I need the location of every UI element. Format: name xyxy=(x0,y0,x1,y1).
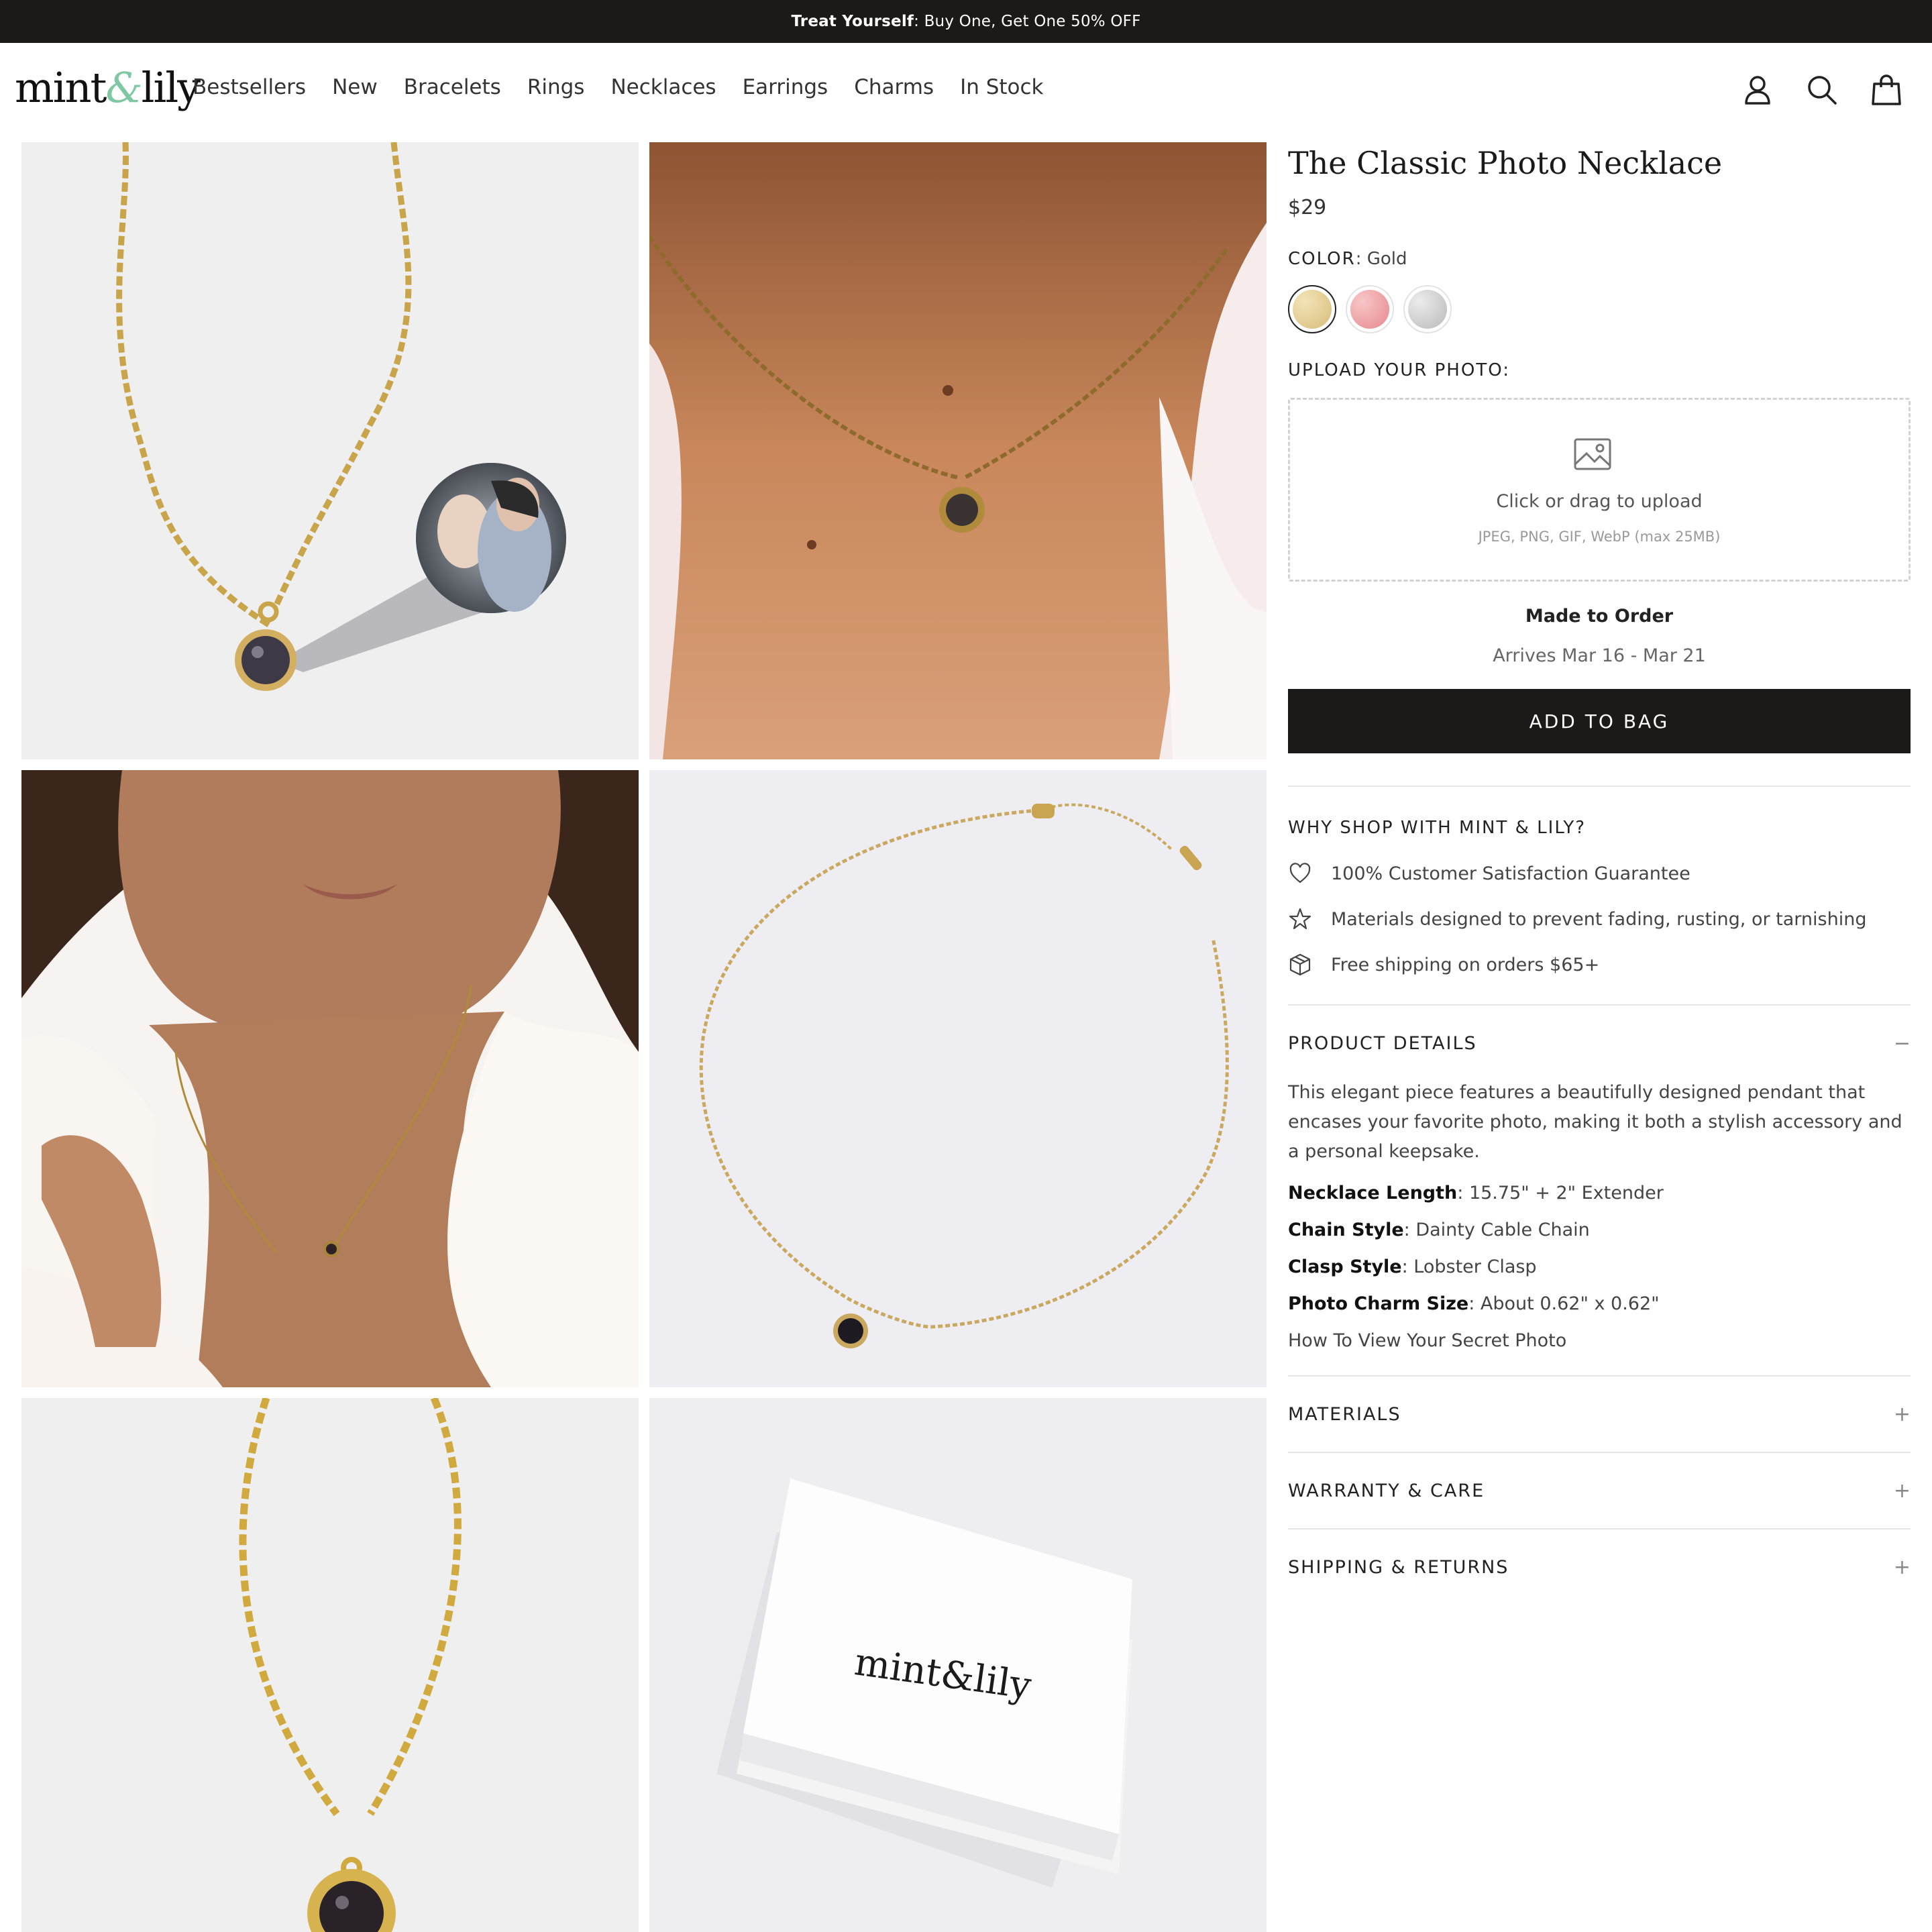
accordion-warranty-care[interactable]: WARRANTY & CARE + xyxy=(1288,1453,1911,1528)
nav-charms[interactable]: Charms xyxy=(854,75,934,99)
product-image-1[interactable] xyxy=(21,142,639,759)
color-swatches xyxy=(1288,285,1911,333)
announcement-bold: Treat Yourself xyxy=(791,13,914,30)
necklace-with-photo-zoom xyxy=(21,142,639,759)
product-image-6[interactable]: mint&lily xyxy=(649,1398,1267,1932)
section-title: PRODUCT DETAILS xyxy=(1288,1032,1477,1054)
feature-text: Materials designed to prevent fading, ru… xyxy=(1331,908,1867,930)
box-icon xyxy=(1289,953,1311,976)
feature-item: Free shipping on orders $65+ xyxy=(1288,952,1911,977)
swatch-fill xyxy=(1408,290,1447,329)
nav-bracelets[interactable]: Bracelets xyxy=(404,75,501,99)
logo-amp: & xyxy=(105,63,142,112)
swatch-rose-gold[interactable] xyxy=(1346,285,1394,333)
product-panel: The Classic Photo Necklace $29 COLOR: Go… xyxy=(1288,138,1911,1605)
photo-upload-dropzone[interactable]: Click or drag to upload JPEG, PNG, GIF, … xyxy=(1288,398,1911,582)
product-price: $29 xyxy=(1288,196,1327,219)
product-image-2[interactable] xyxy=(649,142,1267,759)
swatch-silver[interactable] xyxy=(1403,285,1452,333)
feature-item: 100% Customer Satisfaction Guarantee xyxy=(1288,861,1911,886)
star-icon xyxy=(1289,908,1311,930)
swatch-fill xyxy=(1350,290,1389,329)
spec-label: Clasp Style xyxy=(1288,1256,1402,1277)
logo-part: lily xyxy=(141,63,201,112)
heart-icon xyxy=(1289,863,1311,883)
feature-text: Free shipping on orders $65+ xyxy=(1331,954,1600,975)
expand-icon[interactable]: + xyxy=(1894,1479,1911,1503)
announcement-text: : Buy One, Get One 50% OFF xyxy=(914,13,1141,30)
spec-value: : 15.75" + 2" Extender xyxy=(1457,1183,1664,1203)
nav-in-stock[interactable]: In Stock xyxy=(960,75,1043,99)
pendant-closeup xyxy=(21,1398,639,1932)
arrival-estimate: Arrives Mar 16 - Mar 21 xyxy=(1493,645,1706,666)
accordion-title: SHIPPING & RETURNS xyxy=(1288,1556,1509,1578)
divider xyxy=(1288,786,1911,787)
made-to-order: Made to Order xyxy=(1525,606,1674,627)
color-label-text: COLOR xyxy=(1288,249,1356,269)
product-image-5[interactable] xyxy=(21,1398,639,1932)
logo-part: mint xyxy=(15,63,107,112)
model-wearing-necklace xyxy=(21,770,639,1387)
spec-value: : Lobster Clasp xyxy=(1401,1256,1537,1277)
account-icon[interactable] xyxy=(1740,72,1775,107)
upload-formats: JPEG, PNG, GIF, WebP (max 25MB) xyxy=(1478,529,1721,545)
product-image-4[interactable] xyxy=(649,770,1267,1387)
swatch-fill xyxy=(1293,290,1332,329)
upload-instructions: Click or drag to upload xyxy=(1496,491,1703,512)
spec-chain-style: Chain Style: Dainty Cable Chain xyxy=(1288,1220,1911,1240)
upload-label: UPLOAD YOUR PHOTO: xyxy=(1288,360,1510,380)
announcement-bar: Treat Yourself: Buy One, Get One 50% OFF xyxy=(0,0,1932,43)
product-description: This elegant piece features a beautifull… xyxy=(1288,1082,1902,1162)
add-to-bag-button[interactable]: ADD TO BAG xyxy=(1288,689,1911,753)
spec-clasp-style: Clasp Style: Lobster Clasp xyxy=(1288,1256,1911,1277)
nav-new[interactable]: New xyxy=(332,75,378,99)
spec-label: Chain Style xyxy=(1288,1220,1404,1240)
expand-icon[interactable]: + xyxy=(1894,1403,1911,1426)
spec-label: Photo Charm Size xyxy=(1288,1293,1469,1314)
accordion-materials[interactable]: MATERIALS + xyxy=(1288,1377,1911,1452)
gift-box: mint&lily xyxy=(649,1398,1267,1932)
product-details-header[interactable]: PRODUCT DETAILS − xyxy=(1288,1006,1911,1081)
full-necklace-flatlay xyxy=(649,770,1267,1387)
product-image-3[interactable] xyxy=(21,770,639,1387)
product-title: The Classic Photo Necklace xyxy=(1288,145,1723,181)
nav-bestsellers[interactable]: Bestsellers xyxy=(193,75,306,99)
feature-text: 100% Customer Satisfaction Guarantee xyxy=(1331,863,1690,884)
why-shop-title: WHY SHOP WITH MINT & LILY? xyxy=(1288,818,1587,838)
main-nav: Bestsellers New Bracelets Rings Necklace… xyxy=(193,75,1070,99)
color-label: COLOR: Gold xyxy=(1288,249,1911,269)
collapse-icon[interactable]: − xyxy=(1894,1032,1911,1055)
accordion-shipping-returns[interactable]: SHIPPING & RETURNS + xyxy=(1288,1529,1911,1605)
spec-charm-size: Photo Charm Size: About 0.62" x 0.62" xyxy=(1288,1293,1911,1314)
nav-necklaces[interactable]: Necklaces xyxy=(610,75,716,99)
swatch-gold[interactable] xyxy=(1288,285,1336,333)
nav-earrings[interactable]: Earrings xyxy=(743,75,828,99)
header-icons xyxy=(1731,72,1932,110)
necklace-on-neck-closeup xyxy=(649,142,1267,759)
spec-necklace-length: Necklace Length: 15.75" + 2" Extender xyxy=(1288,1183,1911,1203)
image-icon xyxy=(1574,438,1611,470)
color-value: : Gold xyxy=(1355,249,1407,269)
logo[interactable]: mint&lily xyxy=(15,63,201,112)
nav-rings[interactable]: Rings xyxy=(527,75,585,99)
spec-value: : About 0.62" x 0.62" xyxy=(1468,1293,1660,1314)
spec-value: : Dainty Cable Chain xyxy=(1403,1220,1590,1240)
view-secret-photo-link[interactable]: How To View Your Secret Photo xyxy=(1288,1330,1911,1351)
bag-icon[interactable] xyxy=(1869,72,1904,107)
feature-item: Materials designed to prevent fading, ru… xyxy=(1288,906,1911,932)
accordion-title: MATERIALS xyxy=(1288,1403,1401,1425)
site-header: mint&lily Bestsellers New Bracelets Ring… xyxy=(0,43,1932,138)
expand-icon[interactable]: + xyxy=(1894,1556,1911,1579)
search-icon[interactable] xyxy=(1805,72,1839,107)
spec-label: Necklace Length xyxy=(1288,1183,1458,1203)
accordion-title: WARRANTY & CARE xyxy=(1288,1480,1485,1501)
